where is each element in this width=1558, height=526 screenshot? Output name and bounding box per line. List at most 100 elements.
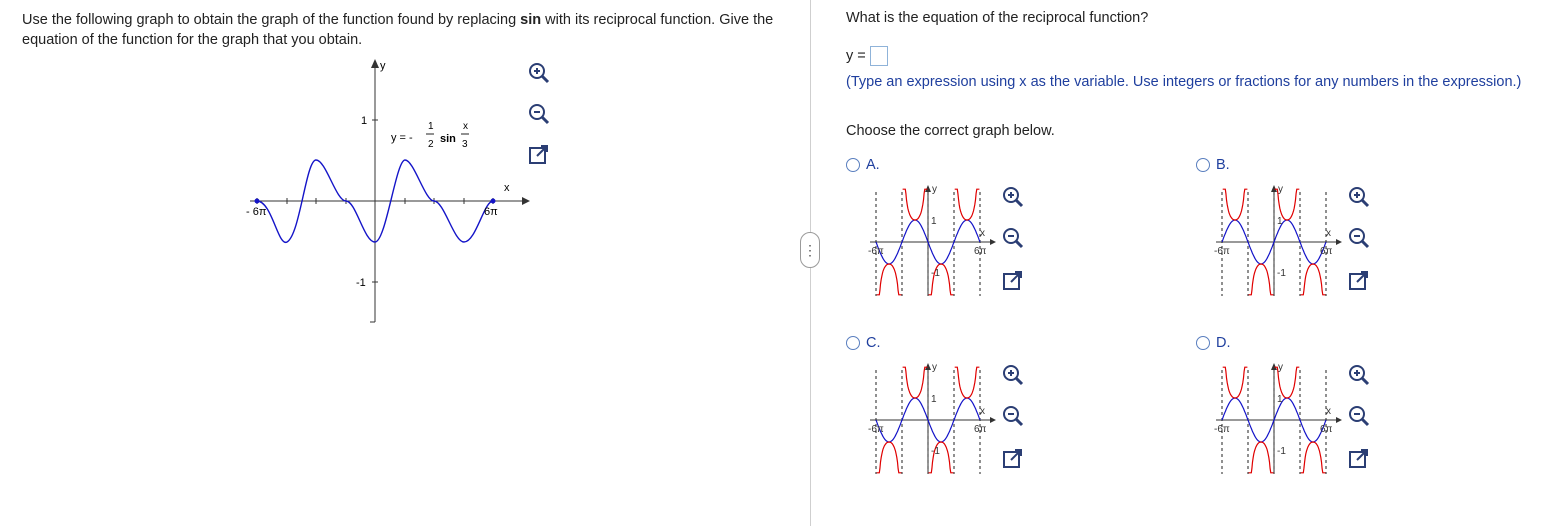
svg-text:3: 3 <box>462 139 468 150</box>
option-a-graph: y x -6π 6π 1 -1 <box>868 184 996 296</box>
zoom-out-icon[interactable] <box>1347 226 1371 250</box>
option-a-label: A. <box>866 157 880 173</box>
reciprocal-branch <box>1248 441 1274 474</box>
y-axis-arrow <box>1271 185 1277 192</box>
y-axis-arrow <box>1271 363 1277 370</box>
x-tick-neg: -6π <box>868 246 884 257</box>
x-axis-arrow <box>1336 417 1342 423</box>
y-tick-neg: -1 <box>356 277 366 289</box>
answer-prefix: y = <box>846 48 866 64</box>
answer-hint: (Type an expression using x as the varia… <box>846 74 1522 90</box>
svg-text:2: 2 <box>428 139 434 150</box>
reciprocal-branch <box>1300 263 1326 296</box>
y-tick-neg: -1 <box>1277 446 1286 457</box>
y-tick-neg: -1 <box>1277 268 1286 279</box>
x-axis-arrow <box>1336 239 1342 245</box>
expand-icon[interactable] <box>527 143 551 167</box>
reciprocal-branch <box>876 263 902 296</box>
y-tick-pos: 1 <box>1277 394 1283 405</box>
expand-icon[interactable] <box>1001 447 1025 471</box>
zoom-out-icon[interactable] <box>527 102 551 126</box>
x-axis-label: x <box>1326 406 1331 417</box>
y-axis-arrow <box>925 363 931 370</box>
x-tick-pos: 6π <box>1320 246 1333 257</box>
radio-a[interactable] <box>846 158 860 172</box>
svg-text:y = -: y = - <box>391 132 413 144</box>
x-axis-arrow <box>990 239 996 245</box>
zoom-in-icon[interactable] <box>1001 185 1025 209</box>
svg-text:sin: sin <box>440 133 456 145</box>
x-axis-label: x <box>504 182 510 194</box>
reciprocal-branch <box>1222 366 1248 399</box>
x-tick-pos: 6π <box>974 246 987 257</box>
reciprocal-branch <box>1300 441 1326 474</box>
y-axis-label: y <box>380 60 386 72</box>
zoom-in-icon[interactable] <box>1347 363 1371 387</box>
x-tick-pos: 6π <box>1320 424 1333 435</box>
option-b-graph: y x -6π 6π 1 -1 <box>1214 184 1342 296</box>
prompt-bold-sin: sin <box>520 12 542 28</box>
main-graph: y x - 6π 6π 1 -1 y = - 1 2 sin x 3 <box>246 59 530 323</box>
expand-icon[interactable] <box>1001 269 1025 293</box>
x-tick-neg: -6π <box>1214 246 1230 257</box>
svg-text:1: 1 <box>428 121 434 132</box>
expand-icon[interactable] <box>1347 269 1371 293</box>
answer-pane: What is the equation of the reciprocal f… <box>811 0 1558 526</box>
y-tick-pos: 1 <box>931 216 937 227</box>
x-axis-label: x <box>1326 228 1331 239</box>
x-tick-pos: 6π <box>484 206 498 218</box>
option-c-graph: y x -6π 6π 1 -1 <box>868 362 996 474</box>
radio-d[interactable] <box>1196 336 1210 350</box>
y-tick-pos: 1 <box>361 115 367 127</box>
zoom-in-icon[interactable] <box>1001 363 1025 387</box>
y-axis-label: y <box>1278 362 1283 373</box>
x-tick-neg: -6π <box>1214 424 1230 435</box>
zoom-out-icon[interactable] <box>1347 404 1371 428</box>
y-axis-label: y <box>1278 184 1283 195</box>
reciprocal-branch <box>902 188 928 221</box>
reciprocal-branch <box>1222 188 1248 221</box>
graph-equation: y = - 1 2 sin x 3 <box>391 121 469 150</box>
option-c[interactable]: C. <box>846 335 881 351</box>
x-axis-label: x <box>980 406 985 417</box>
reciprocal-branch <box>876 441 902 474</box>
question-text: What is the equation of the reciprocal f… <box>846 10 1149 26</box>
prompt-text-1: Use the following graph to obtain the gr… <box>22 12 521 28</box>
zoom-in-icon[interactable] <box>1347 185 1371 209</box>
y-tick-pos: 1 <box>931 394 937 405</box>
option-d[interactable]: D. <box>1196 335 1231 351</box>
x-tick-neg: - 6π <box>246 206 267 218</box>
y-tick-pos: 1 <box>1277 216 1283 227</box>
reciprocal-branch <box>1248 263 1274 296</box>
option-b[interactable]: B. <box>1196 157 1230 173</box>
option-d-graph: y x -6π 6π 1 -1 <box>1214 362 1342 474</box>
y-tick-neg: -1 <box>931 446 940 457</box>
reciprocal-branch <box>954 366 980 399</box>
option-c-label: C. <box>866 335 881 351</box>
x-tick-pos: 6π <box>974 424 987 435</box>
option-d-label: D. <box>1216 335 1231 351</box>
zoom-out-icon[interactable] <box>1001 404 1025 428</box>
zoom-in-icon[interactable] <box>527 61 551 85</box>
y-axis-arrow <box>925 185 931 192</box>
reciprocal-branch <box>902 366 928 399</box>
y-tick-neg: -1 <box>931 268 940 279</box>
x-axis-arrow <box>990 417 996 423</box>
option-b-label: B. <box>1216 157 1230 173</box>
problem-pane: Use the following graph to obtain the gr… <box>0 0 810 526</box>
svg-text:x: x <box>463 121 468 132</box>
problem-prompt: Use the following graph to obtain the gr… <box>22 10 782 50</box>
radio-b[interactable] <box>1196 158 1210 172</box>
y-axis-label: y <box>932 362 937 373</box>
option-a[interactable]: A. <box>846 157 880 173</box>
reciprocal-branch <box>954 188 980 221</box>
zoom-out-icon[interactable] <box>1001 226 1025 250</box>
expand-icon[interactable] <box>1347 447 1371 471</box>
choose-graph-prompt: Choose the correct graph below. <box>846 123 1055 139</box>
y-axis-label: y <box>932 184 937 195</box>
answer-row: y = <box>846 46 888 66</box>
answer-input[interactable] <box>869 46 888 66</box>
radio-c[interactable] <box>846 336 860 350</box>
x-axis-label: x <box>980 228 985 239</box>
x-tick-neg: -6π <box>868 424 884 435</box>
